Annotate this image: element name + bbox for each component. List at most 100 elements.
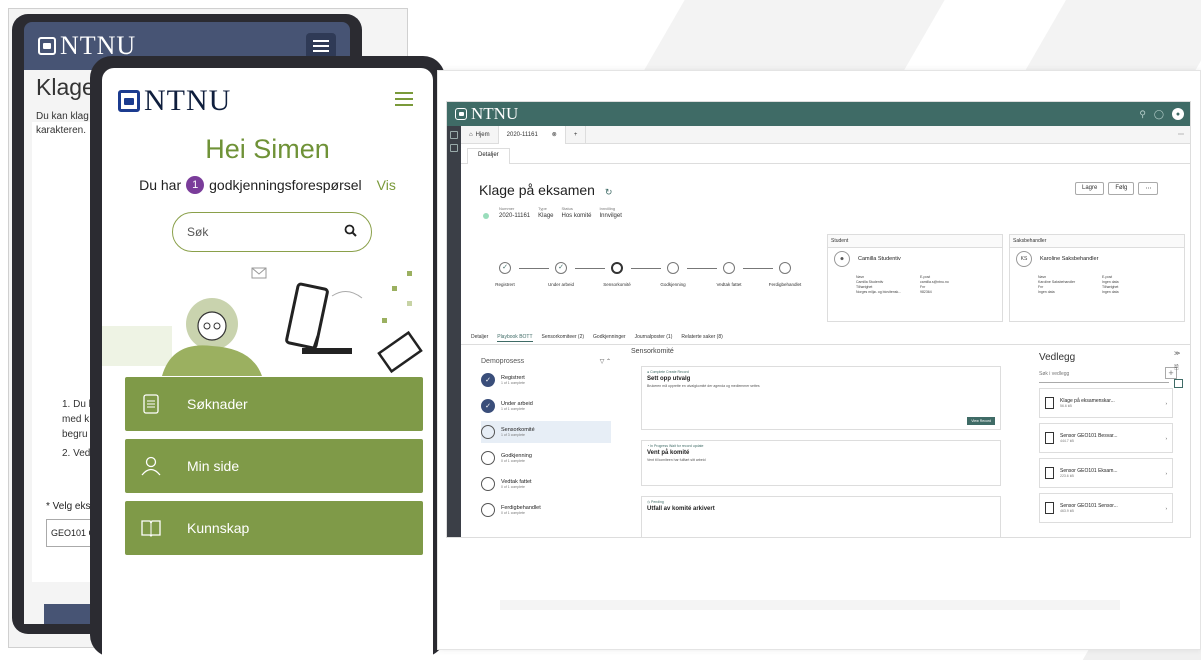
ntnu-logo-icon bbox=[118, 90, 140, 112]
attachments-search-input[interactable]: Søk i vedlegg + bbox=[1039, 367, 1177, 383]
attachments-title: Vedlegg bbox=[1039, 352, 1076, 363]
task-title: Utfall av komité arkivert bbox=[647, 506, 715, 512]
process-item[interactable]: ✓ Under arbeid 1 of 1 complete bbox=[481, 395, 611, 417]
process-item[interactable]: Sensorkomité 1 of 3 complete bbox=[481, 421, 611, 443]
attachment-item[interactable]: Sensor GEO101 Eksam... 223.6 kB › bbox=[1039, 458, 1173, 488]
refresh-icon[interactable]: ↻ bbox=[605, 187, 613, 197]
button-label: Kunnskap bbox=[187, 520, 250, 536]
check-icon: ✓ bbox=[481, 399, 495, 413]
pending-step-icon bbox=[779, 262, 791, 274]
process-item[interactable]: Vedtak fattet 0 of 1 complete bbox=[481, 473, 611, 495]
knowledge-button[interactable]: Kunnskap bbox=[125, 501, 423, 555]
step-registered[interactable]: ✓ Registrert bbox=[475, 262, 535, 287]
panel-title: Sensorkomité bbox=[631, 348, 674, 355]
tab-related[interactable]: Relaterte saker (8) bbox=[681, 334, 722, 342]
process-item[interactable]: ✓ Registrert 1 of 1 complete bbox=[481, 369, 611, 391]
save-button[interactable]: Lagre bbox=[1075, 182, 1105, 195]
bell-icon[interactable]: ◯ bbox=[1154, 109, 1164, 120]
case-meta: Nummer 2020-11161 Type Klage Status Hos kom… bbox=[483, 206, 622, 219]
step-in-progress[interactable]: ✓ Under arbeid bbox=[531, 262, 591, 287]
logo: NTNU bbox=[118, 84, 231, 118]
tab-case[interactable]: 2020-11161 ⊗ bbox=[498, 125, 566, 144]
file-size: 463.9 kB bbox=[1060, 509, 1074, 513]
search-placeholder: Søk bbox=[187, 225, 209, 239]
more-button[interactable]: ⋯ bbox=[1138, 182, 1159, 195]
handler-details-right: E-post Ingen data Tilhørighet Ingen data bbox=[1102, 275, 1119, 294]
tab-committees[interactable]: Sensorkomiteer (2) bbox=[542, 334, 585, 342]
edit-icon[interactable] bbox=[1174, 379, 1183, 388]
search-icon[interactable] bbox=[344, 224, 357, 240]
tab-home[interactable]: ⌂ Hjem bbox=[461, 125, 499, 144]
attachment-item[interactable]: Sensor GEO101 Besvar... 444.7 kB › bbox=[1039, 423, 1173, 453]
handler-name[interactable]: Karoline Saksbehandler bbox=[1040, 256, 1184, 262]
avatar-icon[interactable]: ● bbox=[1172, 108, 1184, 120]
step-label: Under arbeid bbox=[547, 282, 574, 287]
instruction-list: 1. Du k med k begru 2. Ved bbox=[62, 397, 94, 461]
step-label: Registrert bbox=[495, 282, 515, 287]
task-description: Vent til komiteen har fullført sitt arbe… bbox=[647, 458, 706, 462]
step-label: Sensorkomité bbox=[603, 282, 631, 287]
task-status: ◔ In Progress Wait for record update bbox=[647, 444, 704, 448]
search-icon[interactable]: ⚲ bbox=[1139, 109, 1146, 120]
close-icon[interactable]: ⊗ bbox=[552, 131, 557, 138]
file-icon bbox=[1045, 502, 1054, 514]
step-committee[interactable]: Sensorkomité bbox=[587, 262, 647, 287]
attachment-item[interactable]: Sensor GEO101 Sensor... 463.9 kB › bbox=[1039, 493, 1173, 523]
notice-prefix: Du har bbox=[139, 177, 182, 193]
filter-icon[interactable]: ▽ ⌃ bbox=[600, 358, 611, 365]
process-item[interactable]: Ferdigbehandlet 0 of 1 complete bbox=[481, 499, 611, 521]
process-header: Demoprosess ▽ ⌃ bbox=[481, 358, 611, 365]
file-icon bbox=[1045, 397, 1054, 409]
count-badge: 1 bbox=[186, 176, 205, 194]
view-record-button[interactable]: View Record bbox=[967, 417, 995, 425]
tab-playbook[interactable]: Playbook BOTT bbox=[497, 334, 533, 342]
search-input[interactable]: Søk bbox=[172, 212, 372, 252]
tab-details[interactable]: Detaljer bbox=[471, 334, 488, 342]
collapse-icon[interactable]: ≫ bbox=[1174, 350, 1190, 357]
process-sub: 0 of 1 complete bbox=[501, 459, 525, 463]
task-description: Brukeren må opprette en utvalgkomité der… bbox=[647, 384, 760, 388]
student-card: Student ☻ Camilla Studentiv Navn Camilla… bbox=[827, 234, 1003, 322]
view-link[interactable]: Vis bbox=[377, 177, 396, 193]
case-actions: Lagre Følg ⋯ bbox=[1075, 182, 1159, 195]
process-sub: 0 of 1 complete bbox=[501, 485, 525, 489]
task-card[interactable]: ◔ In Progress Wait for record update Ven… bbox=[641, 440, 1001, 486]
tab-approvals[interactable]: Godkjenninger bbox=[593, 334, 626, 342]
task-card[interactable]: ◷ Pending Utfall av komité arkivert bbox=[641, 496, 1001, 537]
chevron-right-icon: › bbox=[1165, 435, 1168, 441]
more-icon[interactable]: ⋯ bbox=[1178, 131, 1190, 138]
student-details-right: E-post camilla.s@ntnu.no Fnr 982364 bbox=[920, 275, 949, 294]
step-finished[interactable]: Ferdigbehandlet bbox=[755, 262, 815, 287]
attachment-icon[interactable]: 🗎 bbox=[1174, 363, 1190, 373]
button-label: Søknader bbox=[187, 396, 248, 412]
menu-icon[interactable] bbox=[450, 144, 458, 152]
home-icon[interactable] bbox=[450, 131, 458, 139]
follow-button[interactable]: Følg bbox=[1108, 182, 1135, 195]
step-approval[interactable]: Godkjenning bbox=[643, 262, 703, 287]
case-progress-stepper: ✓ Registrert ✓ Under arbeid Sensorkomité G… bbox=[479, 262, 809, 292]
file-size: 56.6 kB bbox=[1060, 404, 1072, 408]
file-size: 444.7 kB bbox=[1060, 439, 1074, 443]
attachment-item[interactable]: Klage på eksamenskar... 56.6 kB › bbox=[1039, 388, 1173, 418]
pending-step-icon bbox=[723, 262, 735, 274]
person-icon bbox=[141, 456, 161, 476]
case-management-app: NTNU ⚲ ◯ ● ⌂ Hjem 2020-11161 ⊗ + ⋯ Detalje… bbox=[446, 101, 1191, 538]
process-item[interactable]: Godkjenning 0 of 1 complete bbox=[481, 447, 611, 469]
tab-details[interactable]: Detaljer bbox=[467, 148, 510, 164]
section-tabs: Detaljer Playbook BOTT Sensorkomiteer (2… bbox=[471, 334, 723, 342]
my-page-button[interactable]: Min side bbox=[125, 439, 423, 493]
task-card[interactable]: ● Complete Create Record Sett opp utvalg… bbox=[641, 366, 1001, 430]
student-name[interactable]: Camilla Studentiv bbox=[858, 256, 1002, 262]
menu-icon[interactable] bbox=[395, 92, 413, 106]
tab-journal[interactable]: Journalposter (1) bbox=[635, 334, 673, 342]
app-topbar: NTNU ⚲ ◯ ● bbox=[447, 102, 1190, 126]
process-sub: 1 of 3 complete bbox=[501, 433, 525, 437]
step-decision[interactable]: Vedtak fattet bbox=[699, 262, 759, 287]
attachments-panel: Vedlegg Søk i vedlegg + Klage på eksamen… bbox=[1039, 352, 1181, 537]
tab-label: Hjem bbox=[475, 131, 490, 138]
pending-step-icon bbox=[481, 477, 495, 491]
check-icon: ✓ bbox=[481, 373, 495, 387]
committee-panel: Sensorkomité ● Complete Create Record Se… bbox=[627, 348, 1007, 537]
applications-button[interactable]: Søknader bbox=[125, 377, 423, 431]
add-tab-button[interactable]: + bbox=[566, 125, 587, 144]
